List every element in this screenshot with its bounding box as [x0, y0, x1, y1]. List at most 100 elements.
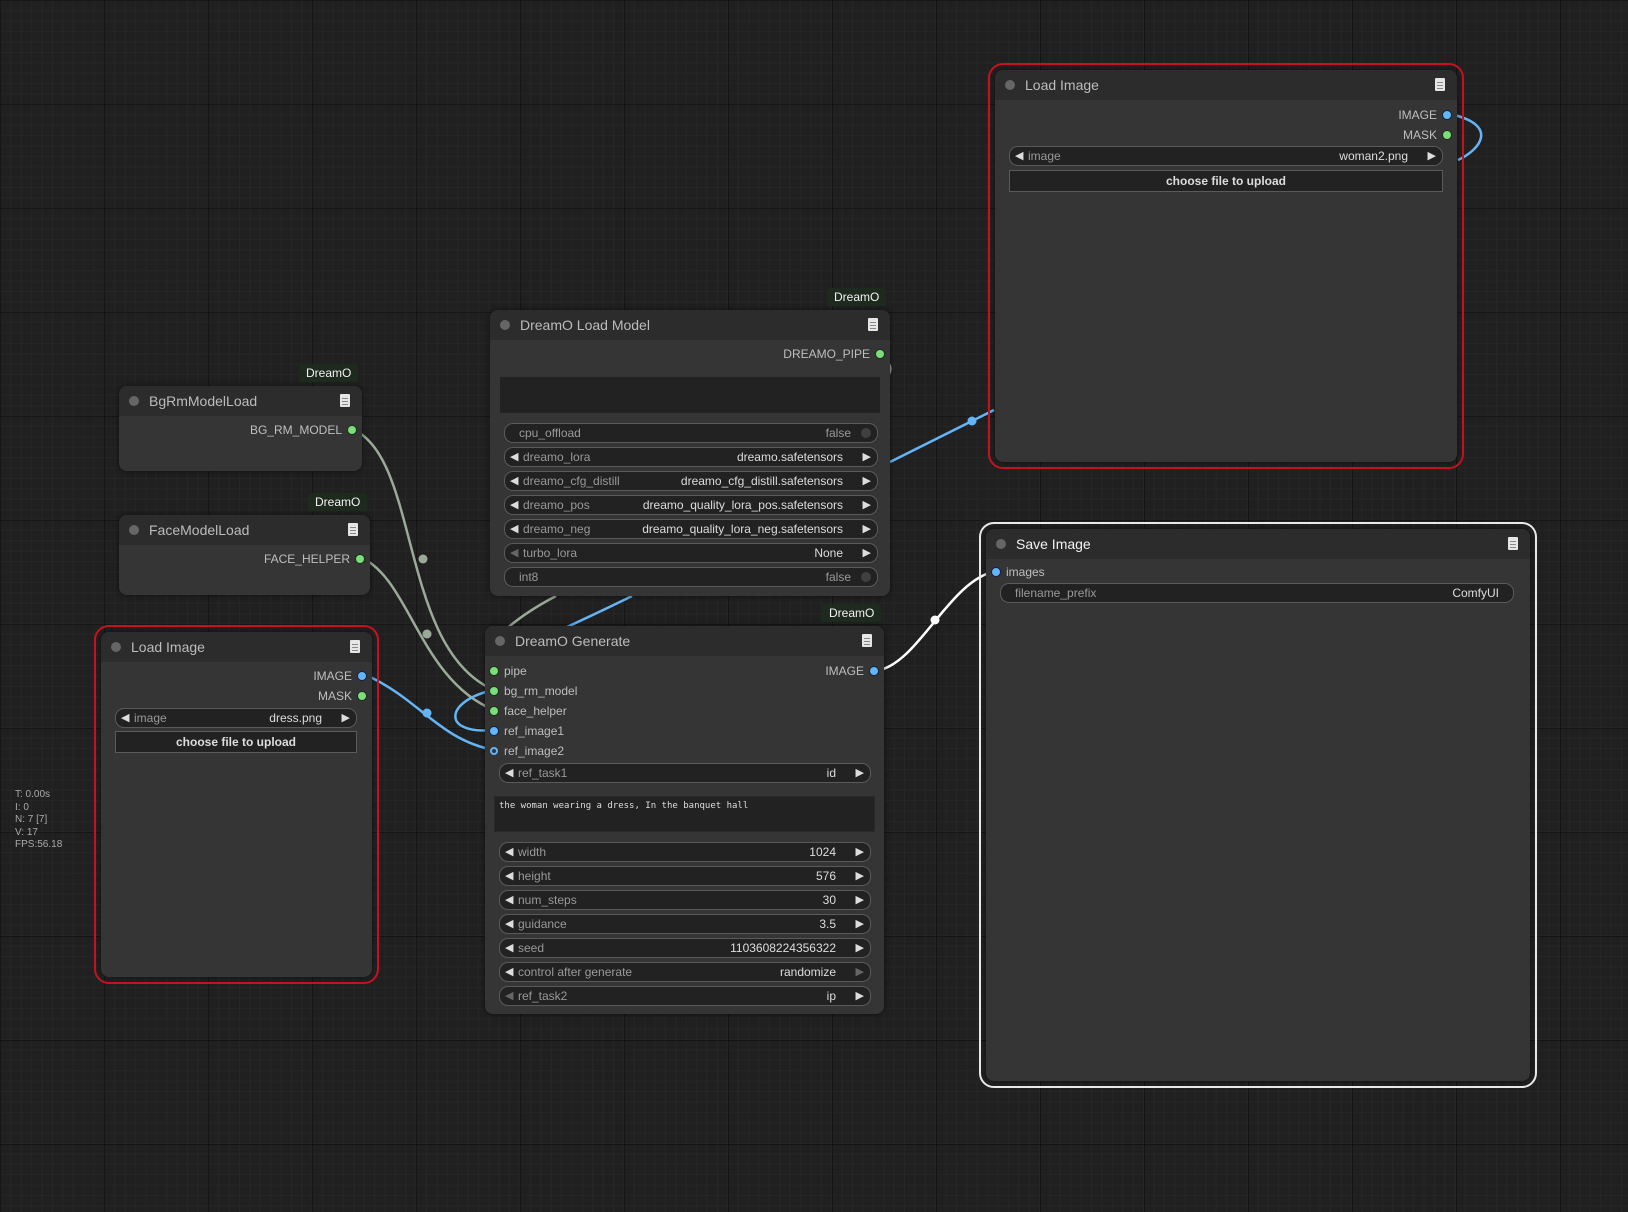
int8-toggle[interactable]: int8 false: [504, 567, 878, 587]
input-pin-icon[interactable]: [490, 687, 498, 695]
output-slot-mask[interactable]: MASK: [318, 688, 366, 704]
arrow-left-icon[interactable]: ◀: [505, 939, 513, 957]
arrow-left-icon[interactable]: ◀: [510, 448, 518, 466]
arrow-right-icon[interactable]: ▶: [856, 891, 864, 909]
output-slot-image[interactable]: IMAGE: [1398, 107, 1451, 123]
collapse-dot-icon[interactable]: [129, 525, 139, 535]
input-slot-ref-image1[interactable]: ref_image1: [490, 723, 564, 739]
cpu-offload-toggle[interactable]: cpu_offload false: [504, 423, 878, 443]
arrow-right-icon[interactable]: ▶: [1428, 147, 1436, 165]
arrow-left-icon[interactable]: ◀: [505, 764, 513, 782]
arrow-right-icon[interactable]: ▶: [863, 520, 871, 538]
arrow-left-icon[interactable]: ◀: [510, 472, 518, 490]
output-pin-icon[interactable]: [358, 672, 366, 680]
arrow-right-icon[interactable]: ▶: [863, 544, 871, 562]
dreamo-generate-node[interactable]: DreamO Generate pipe bg_rm_model face_he…: [485, 626, 884, 1014]
input-slot-face-helper[interactable]: face_helper: [490, 703, 567, 719]
collapse-dot-icon[interactable]: [111, 642, 121, 652]
node-title-bar[interactable]: BgRmModelLoad: [119, 386, 362, 416]
input-slot-bg-rm-model[interactable]: bg_rm_model: [490, 683, 577, 699]
arrow-left-icon[interactable]: ◀: [510, 496, 518, 514]
width-number-widget[interactable]: ◀ width 1024 ▶: [499, 842, 871, 862]
collapse-dot-icon[interactable]: [129, 396, 139, 406]
output-pin-icon[interactable]: [1443, 131, 1451, 139]
collapse-dot-icon[interactable]: [500, 320, 510, 330]
guidance-number-widget[interactable]: ◀ guidance 3.5 ▶: [499, 914, 871, 934]
arrow-right-icon[interactable]: ▶: [863, 472, 871, 490]
load-image-node-left[interactable]: Load Image IMAGE MASK ◀ image dress.png …: [94, 625, 379, 984]
input-slot-pipe[interactable]: pipe: [490, 663, 527, 679]
node-title-bar[interactable]: Load Image: [101, 632, 372, 662]
collapse-dot-icon[interactable]: [996, 539, 1006, 549]
output-slot-image[interactable]: IMAGE: [825, 663, 878, 679]
arrow-right-icon[interactable]: ▶: [863, 496, 871, 514]
arrow-left-icon[interactable]: ◀: [121, 709, 129, 727]
image-combo-widget[interactable]: ◀ image woman2.png ▶: [1009, 146, 1443, 166]
image-combo-widget[interactable]: ◀ image dress.png ▶: [115, 708, 357, 728]
filename-prefix-input[interactable]: filename_prefix ComfyUI: [1000, 583, 1514, 603]
save-image-node[interactable]: Save Image images filename_prefix ComfyU…: [979, 522, 1537, 1088]
input-pin-icon[interactable]: [992, 568, 1000, 576]
output-pin-icon[interactable]: [1443, 111, 1451, 119]
output-slot-face-helper[interactable]: FACE_HELPER: [264, 551, 364, 567]
seed-number-widget[interactable]: ◀ seed 1103608224356322 ▶: [499, 938, 871, 958]
output-pin-icon[interactable]: [870, 667, 878, 675]
document-icon[interactable]: [1435, 78, 1445, 91]
document-icon[interactable]: [868, 318, 878, 331]
document-icon[interactable]: [340, 394, 350, 407]
control-after-generate-combo[interactable]: ◀ control after generate randomize ▶: [499, 962, 871, 982]
input-slot-ref-image2[interactable]: ref_image2: [490, 743, 564, 759]
document-icon[interactable]: [350, 640, 360, 653]
arrow-left-icon[interactable]: ◀: [505, 843, 513, 861]
turbo-lora-combo[interactable]: ◀ turbo_lora None ▶: [504, 543, 878, 563]
arrow-left-icon[interactable]: ◀: [505, 915, 513, 933]
collapse-dot-icon[interactable]: [495, 636, 505, 646]
dreamo-neg-combo[interactable]: ◀ dreamo_neg dreamo_quality_lora_neg.saf…: [504, 519, 878, 539]
input-pin-icon[interactable]: [490, 667, 498, 675]
arrow-left-icon[interactable]: ◀: [510, 520, 518, 538]
arrow-left-icon[interactable]: ◀: [505, 891, 513, 909]
output-slot-dreamo-pipe[interactable]: DREAMO_PIPE: [783, 346, 884, 362]
dreamo-pos-combo[interactable]: ◀ dreamo_pos dreamo_quality_lora_pos.saf…: [504, 495, 878, 515]
output-pin-icon[interactable]: [348, 426, 356, 434]
dreamo-cfg-distill-combo[interactable]: ◀ dreamo_cfg_distill dreamo_cfg_distill.…: [504, 471, 878, 491]
output-slot-mask[interactable]: MASK: [1403, 127, 1451, 143]
node-title-bar[interactable]: DreamO Load Model: [490, 310, 890, 340]
arrow-left-icon[interactable]: ◀: [505, 867, 513, 885]
output-pin-icon[interactable]: [358, 692, 366, 700]
input-slot-images[interactable]: images: [992, 564, 1045, 580]
bg-rm-model-load-node[interactable]: BgRmModelLoad BG_RM_MODEL: [119, 386, 362, 471]
ref-task1-combo[interactable]: ◀ ref_task1 id ▶: [499, 763, 871, 783]
face-model-load-node[interactable]: FaceModelLoad FACE_HELPER: [119, 515, 370, 595]
output-slot-image[interactable]: IMAGE: [313, 668, 366, 684]
height-number-widget[interactable]: ◀ height 576 ▶: [499, 866, 871, 886]
node-title-bar[interactable]: DreamO Generate: [485, 626, 884, 656]
output-pin-icon[interactable]: [876, 350, 884, 358]
node-title-bar[interactable]: Load Image: [995, 70, 1457, 100]
output-slot-bg-rm-model[interactable]: BG_RM_MODEL: [250, 422, 356, 438]
toggle-knob-icon[interactable]: [861, 572, 871, 582]
ref-task2-combo[interactable]: ◀ ref_task2 ip ▶: [499, 986, 871, 1006]
document-icon[interactable]: [1508, 537, 1518, 550]
arrow-right-icon[interactable]: ▶: [856, 915, 864, 933]
input-pin-icon[interactable]: [490, 707, 498, 715]
arrow-left-icon[interactable]: ◀: [510, 544, 518, 562]
load-image-node-top[interactable]: Load Image IMAGE MASK ◀ image woman2.png…: [988, 63, 1464, 469]
arrow-left-icon[interactable]: ◀: [505, 987, 513, 1005]
arrow-left-icon[interactable]: ◀: [505, 963, 513, 981]
arrow-right-icon[interactable]: ▶: [856, 764, 864, 782]
upload-button[interactable]: choose file to upload: [115, 731, 357, 753]
arrow-right-icon[interactable]: ▶: [856, 843, 864, 861]
input-pin-icon[interactable]: [490, 747, 498, 755]
dreamo-load-model-node[interactable]: DreamO Load Model DREAMO_PIPE cpu_offloa…: [490, 310, 890, 596]
arrow-right-icon[interactable]: ▶: [856, 939, 864, 957]
output-pin-icon[interactable]: [356, 555, 364, 563]
arrow-left-icon[interactable]: ◀: [1015, 147, 1023, 165]
dreamo-lora-combo[interactable]: ◀ dreamo_lora dreamo.safetensors ▶: [504, 447, 878, 467]
upload-button[interactable]: choose file to upload: [1009, 170, 1443, 192]
input-pin-icon[interactable]: [490, 727, 498, 735]
document-icon[interactable]: [862, 634, 872, 647]
num-steps-number-widget[interactable]: ◀ num_steps 30 ▶: [499, 890, 871, 910]
arrow-right-icon[interactable]: ▶: [856, 987, 864, 1005]
arrow-right-icon[interactable]: ▶: [856, 867, 864, 885]
